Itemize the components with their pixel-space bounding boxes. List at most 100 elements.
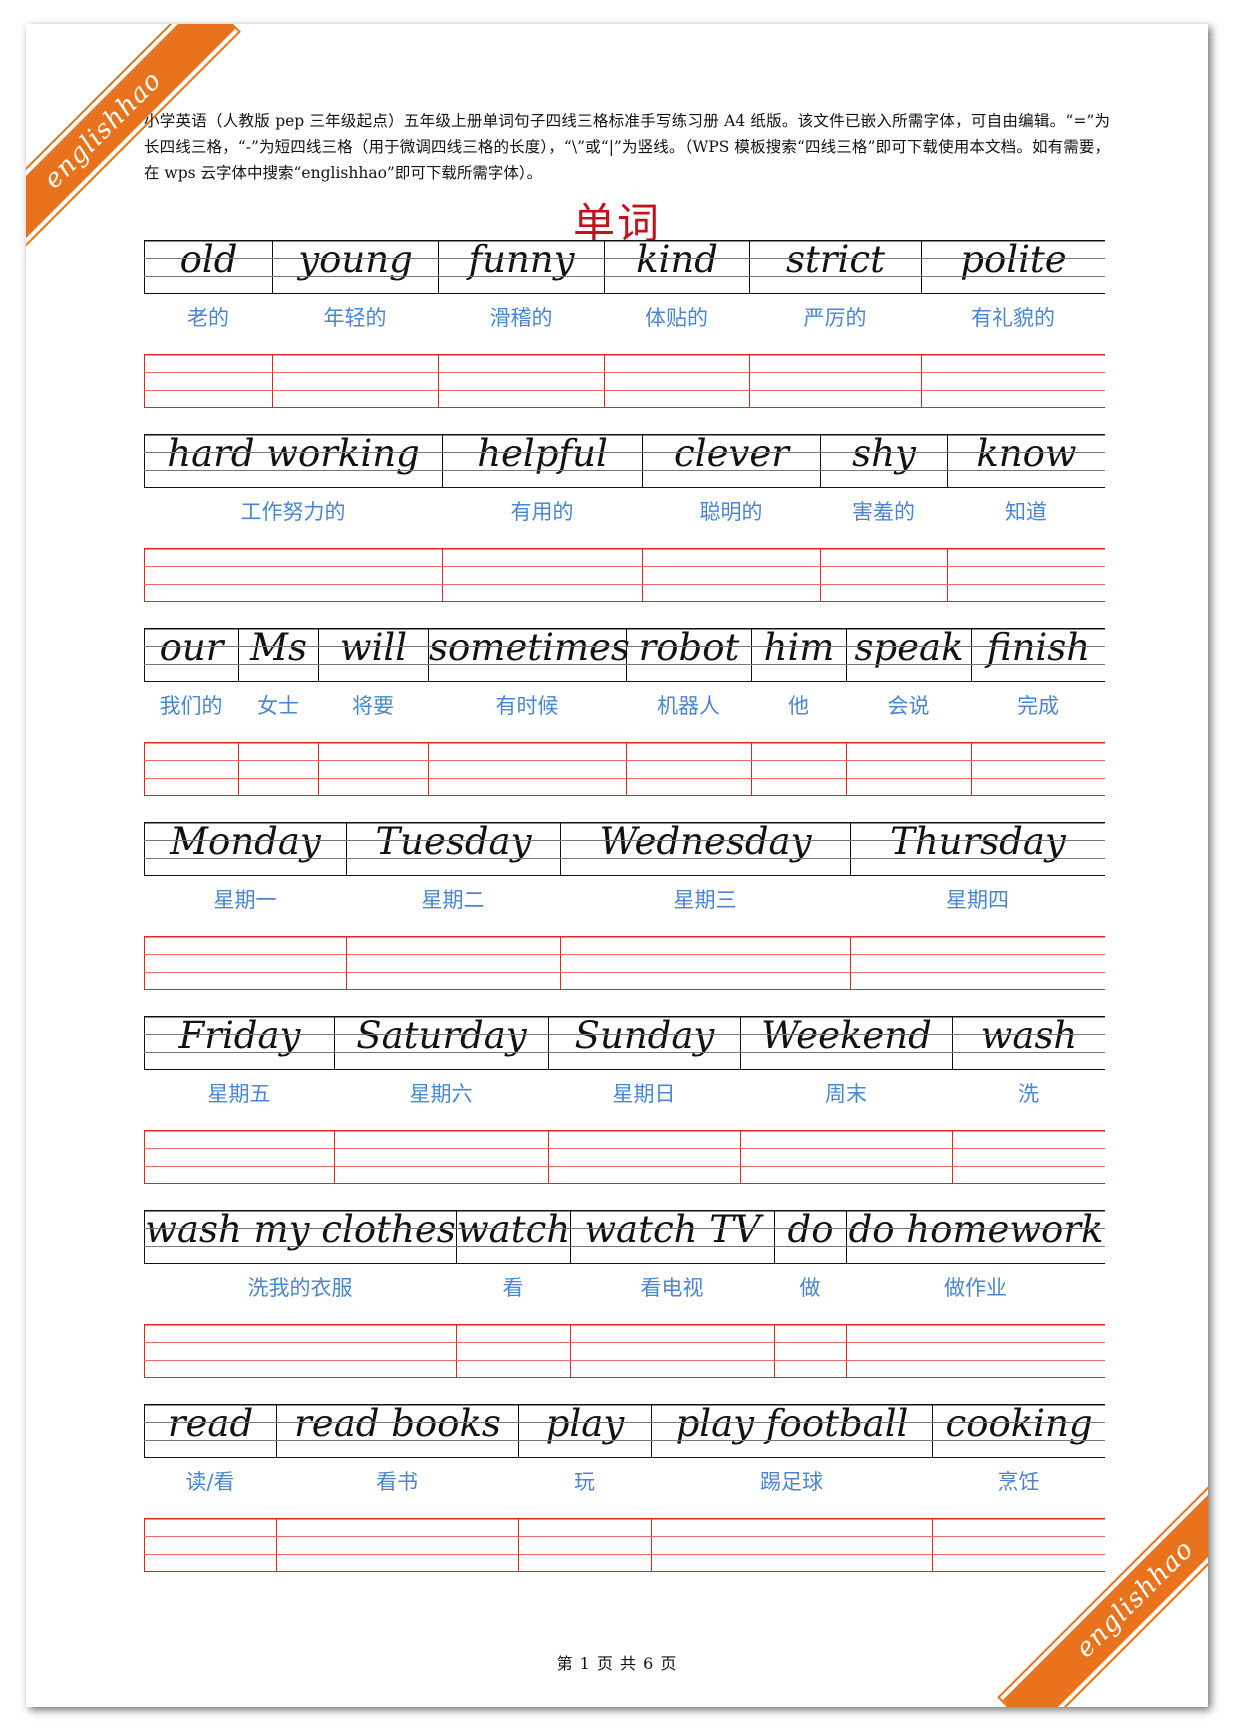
- chinese-translation: 星期五: [207, 1082, 271, 1106]
- practice-cell[interactable]: [846, 742, 971, 796]
- practice-cell[interactable]: [570, 1324, 774, 1378]
- word-row: 读/看 看书 玩 踢足球 烹饪 read read books play play footba…: [144, 1402, 1105, 1574]
- intro-paragraph: 小学英语（人教版 pep 三年级起点）五年级上册单词句子四线三格标准手写练习册 …: [144, 112, 1110, 182]
- word-cell: know: [947, 432, 1105, 488]
- word-cell: kind: [604, 238, 749, 294]
- word-row: 工作努力的 有用的 聪明的 害羞的 知道 hard working helpful cleve…: [144, 432, 1105, 604]
- word-cell: funny: [438, 238, 604, 294]
- word-cell: will: [318, 626, 428, 682]
- chinese-translation: 做: [799, 1276, 821, 1300]
- practice-cell[interactable]: [144, 1518, 276, 1572]
- english-word: robot: [638, 626, 740, 669]
- practice-cell[interactable]: [144, 548, 442, 602]
- practice-cell[interactable]: [438, 354, 604, 408]
- practice-grid: [144, 1518, 1105, 1572]
- english-word: old: [179, 238, 238, 281]
- word-cell: Ms: [238, 626, 318, 682]
- practice-cell[interactable]: [932, 1518, 1105, 1572]
- practice-cell[interactable]: [318, 742, 428, 796]
- practice-cell[interactable]: [144, 354, 272, 408]
- english-word: Saturday: [356, 1014, 527, 1057]
- word-cell: Sunday: [548, 1014, 740, 1070]
- word-cell: do homework: [846, 1208, 1105, 1264]
- english-word: know: [976, 432, 1077, 475]
- practice-cell[interactable]: [952, 1130, 1105, 1184]
- practice-cell[interactable]: [626, 742, 751, 796]
- footer-prefix: 第: [556, 1654, 574, 1673]
- word-cell: Thursday: [850, 820, 1105, 876]
- chinese-translation: 洗我的衣服: [247, 1276, 353, 1300]
- word-cell: helpful: [442, 432, 642, 488]
- practice-cell[interactable]: [751, 742, 846, 796]
- practice-cell[interactable]: [334, 1130, 548, 1184]
- practice-cell[interactable]: [749, 354, 921, 408]
- word-row: 老的 年轻的 滑稽的 体贴的 严厉的 有礼貌的 old young funny kind stric…: [144, 238, 1105, 410]
- english-word: speak: [854, 626, 964, 669]
- practice-cell[interactable]: [272, 354, 438, 408]
- english-word: clever: [674, 432, 789, 475]
- practice-cell[interactable]: [144, 1130, 334, 1184]
- chinese-translation: 知道: [1005, 500, 1047, 524]
- chinese-translation: 滑稽的: [489, 306, 553, 330]
- chinese-translation: 看: [502, 1276, 524, 1300]
- word-cell: Tuesday: [346, 820, 560, 876]
- practice-cell[interactable]: [548, 1130, 740, 1184]
- practice-cell[interactable]: [947, 548, 1105, 602]
- practice-cell[interactable]: [971, 742, 1105, 796]
- chinese-translation: 有时候: [495, 694, 559, 718]
- english-word: sometimes: [429, 626, 630, 669]
- english-word: do homework: [848, 1208, 1104, 1251]
- practice-cell[interactable]: [276, 1518, 518, 1572]
- english-word: read: [167, 1402, 254, 1445]
- practice-cell[interactable]: [604, 354, 749, 408]
- practice-grid: [144, 1130, 1105, 1184]
- handwriting-grid: hard working helpful clever shy know: [144, 432, 1105, 488]
- practice-cell[interactable]: [346, 936, 560, 990]
- chinese-translation: 害羞的: [852, 500, 915, 524]
- word-cell: robot: [626, 626, 751, 682]
- practice-cell[interactable]: [238, 742, 318, 796]
- chinese-translation: 年轻的: [323, 306, 387, 330]
- word-cell: clever: [642, 432, 820, 488]
- chinese-translation: 洗: [1018, 1082, 1039, 1106]
- chinese-translation: 严厉的: [803, 306, 867, 330]
- practice-cell[interactable]: [846, 1324, 1105, 1378]
- word-cell: him: [751, 626, 846, 682]
- english-word: play football: [675, 1402, 909, 1445]
- english-word: Weekend: [761, 1014, 932, 1057]
- practice-cell[interactable]: [820, 548, 947, 602]
- practice-cell[interactable]: [144, 1324, 456, 1378]
- word-row: 洗我的衣服 看 看电视 做 做作业 wash my clothes watch watch T…: [144, 1208, 1105, 1380]
- practice-cell[interactable]: [560, 936, 850, 990]
- chinese-translation: 做作业: [944, 1276, 1007, 1300]
- word-cell: polite: [921, 238, 1105, 294]
- english-word: hard working: [167, 432, 420, 475]
- chinese-translation: 踢足球: [760, 1470, 823, 1494]
- practice-cell[interactable]: [642, 548, 820, 602]
- practice-cell[interactable]: [921, 354, 1105, 408]
- practice-cell[interactable]: [651, 1518, 932, 1572]
- handwriting-grid: our Ms will sometimes robot him speak finish: [144, 626, 1105, 682]
- practice-cell[interactable]: [850, 936, 1105, 990]
- word-cell: do: [774, 1208, 846, 1264]
- practice-grid: [144, 354, 1105, 408]
- practice-cell[interactable]: [144, 742, 238, 796]
- english-word: Tuesday: [375, 820, 532, 863]
- practice-cell[interactable]: [144, 936, 346, 990]
- english-word: shy: [852, 432, 916, 475]
- word-cell: Wednesday: [560, 820, 850, 876]
- practice-cell[interactable]: [456, 1324, 570, 1378]
- handwriting-grid: Monday Tuesday Wednesday Thursday: [144, 820, 1105, 876]
- chinese-translation: 我们的: [159, 694, 223, 718]
- chinese-translation: 完成: [1017, 694, 1059, 718]
- practice-cell[interactable]: [740, 1130, 952, 1184]
- practice-cell[interactable]: [774, 1324, 846, 1378]
- chinese-translation: 聪明的: [699, 500, 763, 524]
- practice-cell[interactable]: [428, 742, 626, 796]
- chinese-translation: 有用的: [510, 500, 574, 524]
- practice-cell[interactable]: [518, 1518, 651, 1572]
- english-word: play: [545, 1402, 625, 1445]
- chinese-translation: 星期六: [409, 1082, 473, 1106]
- chinese-translation: 工作努力的: [240, 500, 346, 524]
- practice-cell[interactable]: [442, 548, 642, 602]
